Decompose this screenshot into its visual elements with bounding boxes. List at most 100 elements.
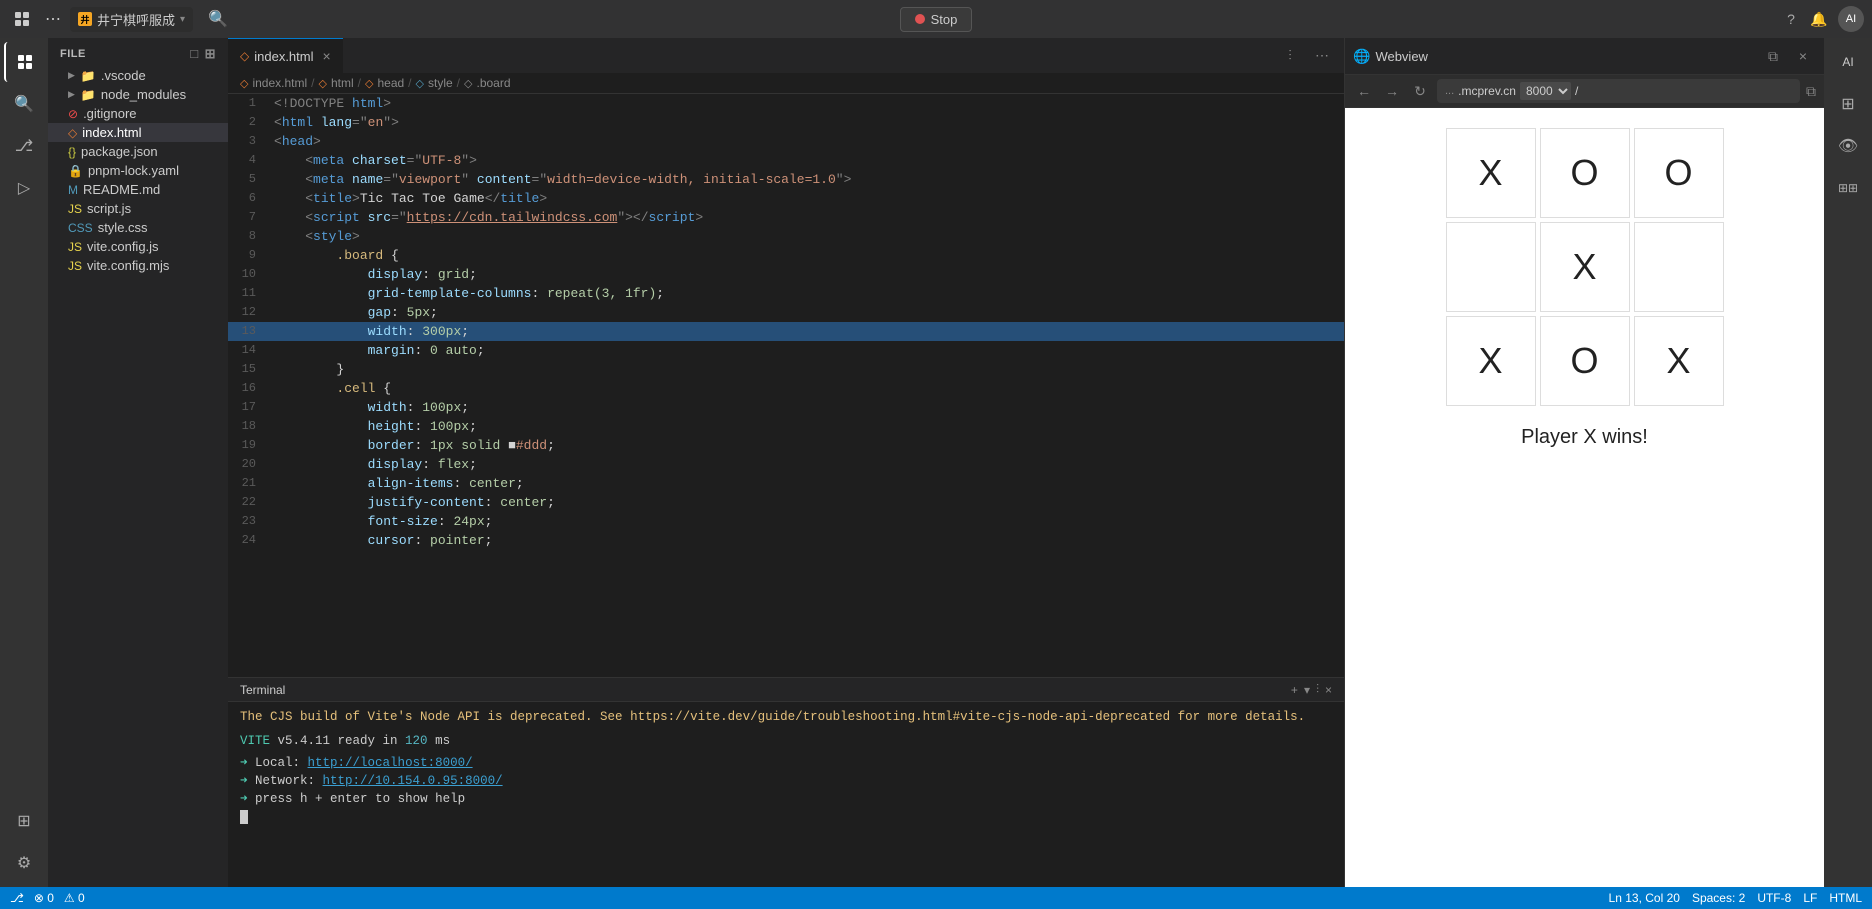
webview-close-icon[interactable]: × [1790,43,1816,69]
activity-bar-icon[interactable] [8,5,36,33]
ttt-cell[interactable]: O [1540,316,1630,406]
line-content: align-items: center; [270,474,1344,493]
encoding: UTF-8 [1757,891,1791,905]
git-branch[interactable]: ⎇ [10,891,24,905]
network-url[interactable]: http://10.154.0.95:8000/ [323,774,503,788]
project-tab[interactable]: 井 井宁棋呼服成 ▾ [70,7,193,32]
code-line: 8 <style> [228,227,1344,246]
ttt-cell[interactable] [1634,222,1724,312]
sidebar-icon-debug[interactable]: ▷ [4,168,44,208]
webview-icon: 🌐 [1353,48,1370,65]
line-number: 5 [228,170,270,189]
stop-button[interactable]: Stop [900,7,973,32]
ttt-cell[interactable]: O [1634,128,1724,218]
webview-open-external-icon[interactable]: ⧉ [1760,43,1786,69]
code-line: 6 <title>Tic Tac Toe Game</title> [228,189,1344,208]
ttt-cell[interactable]: X [1446,128,1536,218]
avatar[interactable]: AI [1838,6,1864,32]
breadcrumb-board: .board [476,76,510,90]
close-tab-icon[interactable]: × [322,48,330,64]
sidebar-icon-search[interactable]: 🔍 [4,84,44,124]
ttt-cell[interactable]: X [1446,316,1536,406]
line-content: <title>Tic Tac Toe Game</title> [270,189,1344,208]
sidebar-icon-extensions[interactable]: ⊞ [4,801,44,841]
line-content: <head> [270,132,1344,151]
split-editor-icon[interactable]: ⫶ [1276,42,1304,70]
sidebar-icon-explorer[interactable] [4,42,44,82]
right-sidebar-icon3[interactable]: ⊞⊞ [1828,168,1868,208]
ttt-status: Player X wins! [1521,426,1648,449]
sep: / [408,76,411,90]
file-item-node-modules[interactable]: ▶ 📁 node_modules [48,85,228,104]
squares-icon [15,12,29,26]
new-folder-icon[interactable]: ⊞ [205,46,216,62]
line-number: 23 [228,512,270,531]
sidebar-icon-git[interactable]: ⎇ [4,126,44,166]
stop-dot [915,14,925,24]
code-line: 2<html lang="en"> [228,113,1344,132]
code-area[interactable]: 1<!DOCTYPE html>2<html lang="en">3<head>… [228,94,1344,677]
terminal-body[interactable]: The CJS build of Vite's Node API is depr… [228,702,1344,887]
line-content: display: flex; [270,455,1344,474]
terminal-header: Terminal + ▾ ⫶ × [228,678,1344,702]
code-line: 14 margin: 0 auto; [228,341,1344,360]
file-item-vscode[interactable]: ▶ 📁 .vscode [48,66,228,85]
ttt-cell[interactable] [1446,222,1536,312]
add-terminal-icon[interactable]: + [1291,683,1298,697]
line-content: display: grid; [270,265,1344,284]
file-icon-json: {} [68,145,76,159]
file-item-pnpm-lock[interactable]: 🔒 pnpm-lock.yaml [48,161,228,180]
help-icon[interactable]: ? [1782,10,1800,28]
file-item-style-css[interactable]: CSS style.css [48,218,228,237]
file-label: script.js [87,201,131,216]
search-icon[interactable]: 🔍 [207,8,229,30]
browser-url-bar[interactable]: ... .mcprev.cn 8000 / [1437,79,1800,103]
ttt-cell[interactable]: X [1634,316,1724,406]
file-item-index-html[interactable]: ◇ index.html [48,123,228,142]
file-item-vite-config-js[interactable]: JS vite.config.js [48,237,228,256]
browser-back-icon[interactable]: ← [1353,80,1375,102]
browser-refresh-icon[interactable]: ↻ [1409,80,1431,102]
open-in-browser-icon[interactable]: ⧉ [1806,83,1816,100]
more-actions-icon[interactable]: ⋯ [1308,42,1336,70]
bell-icon[interactable]: 🔔 [1810,10,1828,28]
url-slash: / [1575,84,1578,98]
code-line: 4 <meta charset="UTF-8"> [228,151,1344,170]
line-content: border: 1px solid ■#ddd; [270,436,1344,455]
file-icon-md: M [68,183,78,197]
local-label: Local: [255,756,308,770]
split-terminal-icon[interactable]: ⫶ [1316,682,1319,697]
code-line: 24 cursor: pointer; [228,531,1344,550]
terminal-title: Terminal [240,683,285,697]
file-item-vite-config-mjs[interactable]: JS vite.config.mjs [48,256,228,275]
file-icon-gitignore: ⊘ [68,107,78,121]
file-item-gitignore[interactable]: ⊘ .gitignore [48,104,228,123]
local-url[interactable]: http://localhost:8000/ [308,756,473,770]
close-terminal-icon[interactable]: × [1325,683,1332,697]
file-item-package-json[interactable]: {} package.json [48,142,228,161]
right-sidebar-icon1[interactable]: ⊞ [1828,84,1868,124]
help-text: press h + enter to show help [255,792,465,806]
file-item-readme[interactable]: M README.md [48,180,228,199]
ttt-board[interactable]: XOOXXOX [1446,128,1724,406]
code-line: 13 width: 300px; [228,322,1344,341]
file-icon-lock: 🔒 [68,164,83,178]
line-number: 15 [228,360,270,379]
vite-label: VITE [240,734,278,748]
port-select[interactable]: 8000 [1520,82,1571,100]
ttt-cell[interactable]: O [1540,128,1630,218]
arrow-icon: ➜ [240,756,255,770]
right-sidebar-icon2[interactable]: 👁 [1828,126,1868,166]
browser-forward-icon[interactable]: → [1381,80,1403,102]
explorer-header-icons: □ ⊞ [190,46,216,62]
ttt-cell[interactable]: X [1540,222,1630,312]
menu-icon[interactable]: ⋯ [42,8,64,30]
right-sidebar-ai-icon[interactable]: AI [1828,42,1868,82]
new-file-icon[interactable]: □ [190,46,198,62]
editor-tab-index-html[interactable]: ◇ index.html × [228,38,343,73]
file-item-script-js[interactable]: JS script.js [48,199,228,218]
code-line: 16 .cell { [228,379,1344,398]
add-terminal-chevron[interactable]: ▾ [1304,683,1310,697]
sidebar-icon-settings[interactable]: ⚙ [4,843,44,883]
file-label: README.md [83,182,160,197]
